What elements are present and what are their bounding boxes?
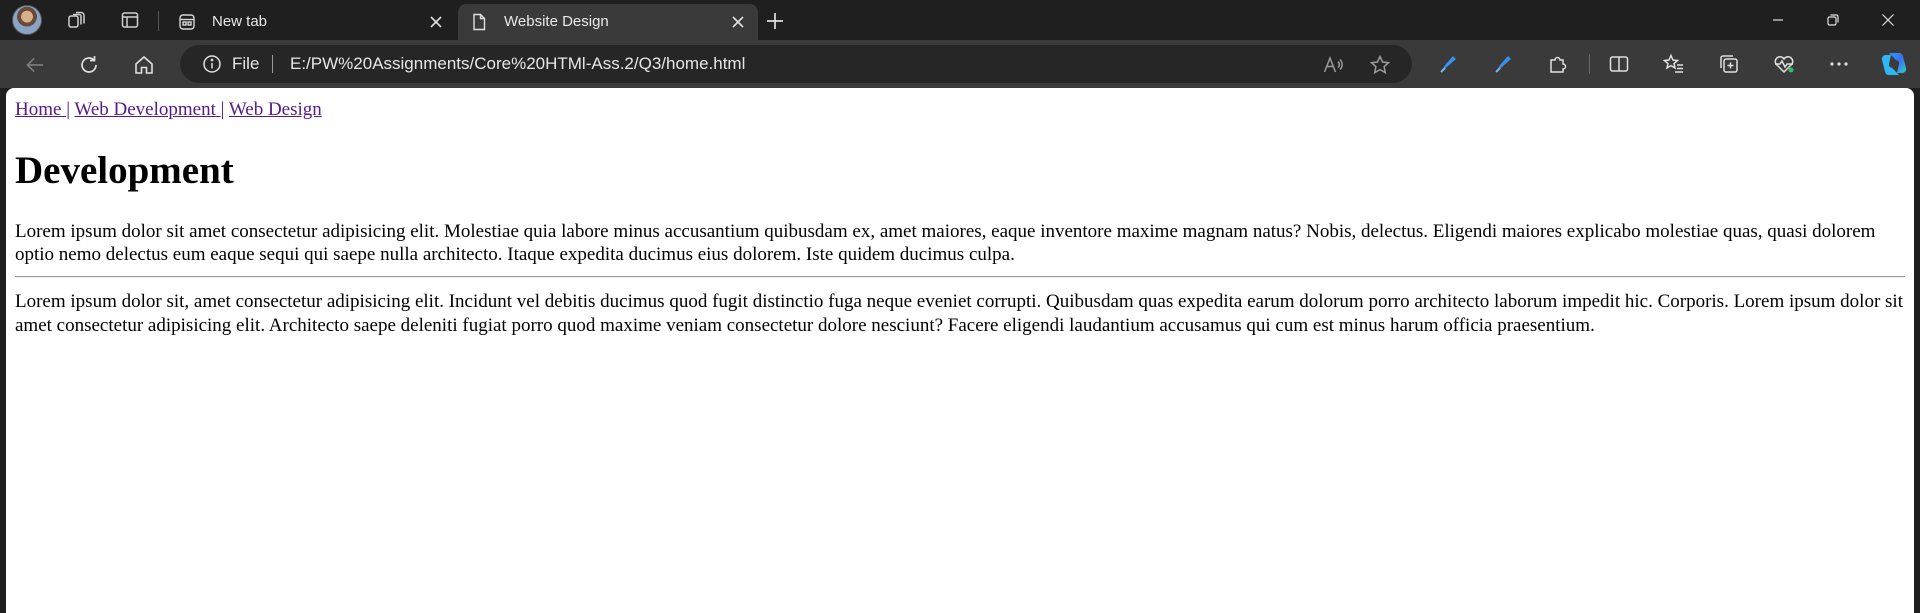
scheme-label: File: [232, 54, 260, 73]
restore-button[interactable]: [1805, 0, 1861, 40]
close-tab-icon[interactable]: [728, 12, 748, 32]
tab-title: Website Design: [504, 13, 609, 30]
url-text[interactable]: E:/PW%20Assignments/Core%20HTMl-Ass.2/Q3…: [290, 54, 745, 74]
close-window-button[interactable]: [1860, 0, 1916, 40]
more-icon[interactable]: [1824, 49, 1854, 79]
home-icon: [135, 55, 153, 74]
puzzle-icon[interactable]: [1543, 49, 1573, 79]
back-button[interactable]: [18, 48, 52, 82]
page-nav: Home | Web Development | Web Design: [15, 98, 1905, 121]
paragraph-2: Lorem ipsum dolor sit, amet consectetur …: [15, 291, 1903, 336]
tabstrip-divider: [158, 11, 159, 31]
toolbar-divider: [1589, 54, 1590, 74]
minimize-icon: [1773, 19, 1783, 21]
home-button[interactable]: [127, 48, 161, 82]
restore-icon: [1827, 14, 1839, 26]
title-bar: New tab Website Design: [0, 0, 1920, 40]
plus-icon: [767, 13, 783, 29]
nav-separator: |: [66, 99, 70, 120]
page-viewport: Home | Web Development | Web Design Deve…: [6, 88, 1914, 613]
paragraph-1: Lorem ipsum dolor sit amet consectetur a…: [15, 221, 1876, 266]
favorites-icon[interactable]: [1659, 49, 1689, 79]
nav-link-web-design[interactable]: Web Design: [229, 99, 322, 120]
tab-website-design[interactable]: Website Design: [458, 4, 758, 40]
star-icon[interactable]: [1369, 54, 1391, 76]
page-heading: Development: [15, 149, 234, 193]
pen-extension-icon[interactable]: [1433, 49, 1463, 79]
refresh-button[interactable]: [72, 48, 106, 82]
page-body: Home | Web Development | Web Design Deve…: [6, 88, 1914, 357]
nav-separator: |: [220, 99, 225, 120]
collections-icon[interactable]: [1714, 49, 1744, 79]
copilot-icon[interactable]: [1879, 49, 1909, 79]
horizontal-rule: [15, 276, 1905, 279]
minimize-button[interactable]: [1750, 0, 1806, 40]
close-icon: [1882, 14, 1894, 26]
address-divider: [272, 55, 273, 73]
pen-extension-icon-2[interactable]: [1488, 49, 1518, 79]
navigation-toolbar: File E:/PW%20Assignments/Core%20HTMl-Ass…: [0, 40, 1920, 88]
tab-new-tab[interactable]: New tab: [166, 4, 456, 40]
read-aloud-icon[interactable]: [1322, 54, 1344, 76]
nav-link-web-development[interactable]: Web Development: [74, 99, 220, 120]
tab-title: New tab: [212, 13, 268, 30]
site-info-icon[interactable]: [202, 54, 222, 74]
address-bar[interactable]: File E:/PW%20Assignments/Core%20HTMl-Ass…: [180, 45, 1412, 83]
close-tab-icon[interactable]: [426, 12, 446, 32]
refresh-icon: [81, 56, 97, 73]
file-favicon-icon: [470, 13, 488, 31]
workspaces-icon[interactable]: [63, 6, 91, 34]
tab-actions-icon[interactable]: [116, 6, 144, 34]
back-arrow-icon: [26, 57, 43, 73]
split-screen-icon[interactable]: [1604, 49, 1634, 79]
heart-pulse-icon[interactable]: [1769, 49, 1799, 79]
profile-avatar[interactable]: [12, 5, 42, 35]
new-tab-button[interactable]: [762, 8, 788, 34]
new-tab-favicon-icon: [178, 13, 196, 31]
nav-link-home[interactable]: Home: [15, 99, 66, 120]
